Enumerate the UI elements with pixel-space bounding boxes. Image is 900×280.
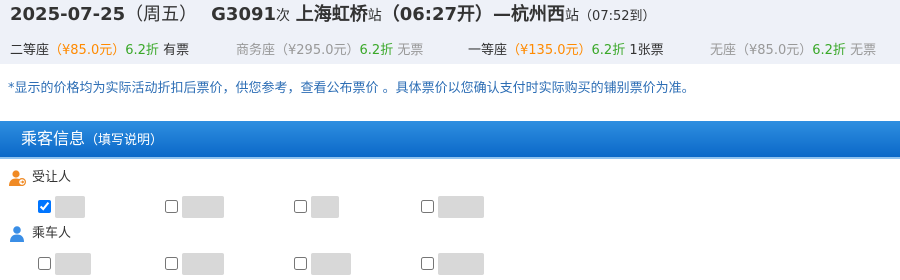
transfer-person-icon (8, 169, 27, 187)
seat-availability: 1张票 (629, 43, 664, 58)
person-icon (8, 225, 26, 243)
depart-time: （06:27开） (381, 4, 494, 25)
travel-weekday: （周五） (125, 4, 198, 25)
redacted-name (438, 196, 484, 218)
seat-availability: 有票 (163, 43, 190, 58)
passenger-checkbox[interactable] (38, 257, 51, 270)
seat-name: 二等座 (10, 43, 50, 58)
redacted-name (55, 196, 85, 218)
seat-discount: 6.2折 (359, 43, 394, 58)
train-info-header: 2025-07-25（周五） G3091次 上海虹桥站（06:27开）—杭州西站（… (0, 0, 900, 34)
fill-instructions-link[interactable]: （填写说明） (85, 133, 163, 148)
from-station: 上海虹桥 (295, 4, 368, 25)
passenger-label: 乘车人 (32, 226, 72, 241)
to-station: 杭州西 (511, 4, 566, 25)
seat-class-first: 一等座（¥135.0元）6.2折 1张票 (468, 43, 664, 59)
view-published-fare-link[interactable]: 查看公布票价 (301, 81, 379, 96)
train-number: G3091 (211, 4, 277, 25)
beneficiary-checkbox[interactable] (421, 200, 434, 213)
arrive-time: （07:52到） (579, 9, 656, 24)
redacted-name (311, 196, 339, 218)
seat-class-no-seat: 无座（¥85.0元）6.2折 无票 (710, 43, 876, 59)
beneficiary-checkbox[interactable] (294, 200, 307, 213)
passenger-group-label: 乘车人 (8, 225, 71, 244)
seat-price: （¥85.0元） (736, 43, 813, 58)
seat-name: 无座 (710, 43, 737, 58)
seat-name: 一等座 (468, 43, 508, 58)
seat-discount: 6.2折 (591, 43, 626, 58)
beneficiary-checkbox[interactable] (38, 200, 51, 213)
train-summary: 2025-07-25（周五） G3091次 上海虹桥站（06:27开）—杭州西站（… (10, 4, 656, 28)
redacted-name (438, 253, 484, 275)
redacted-name (311, 253, 351, 275)
train-number-suffix: 次 (276, 8, 291, 24)
seat-class-list: 二等座（¥85.0元）6.2折 有票 商务座（¥295.0元）6.2折 无票 一… (0, 34, 900, 64)
seat-class-second: 二等座（¥85.0元）6.2折 有票 (10, 43, 189, 59)
seat-class-business: 商务座（¥295.0元）6.2折 无票 (236, 43, 423, 59)
from-station-suffix: 站 (367, 8, 382, 24)
passenger-checkbox[interactable] (421, 257, 434, 270)
redacted-name (182, 253, 224, 275)
seat-availability: 无票 (397, 43, 424, 58)
seat-price: （¥135.0元） (507, 43, 592, 58)
price-notice: *显示的价格均为实际活动折扣后票价，供您参考，查看公布票价 。具体票价以您确认支… (8, 81, 695, 97)
passenger-info-section-header: 乘客信息（填写说明） (0, 121, 900, 157)
redacted-name (182, 196, 224, 218)
notice-text-after: 。具体票价以您确认支付时实际购买的铺别票价为准。 (378, 81, 695, 96)
section-title: 乘客信息（填写说明） (21, 129, 163, 151)
beneficiary-checkbox[interactable] (165, 200, 178, 213)
beneficiary-label: 受让人 (32, 170, 72, 185)
section-divider (0, 157, 900, 159)
redacted-name (55, 253, 91, 275)
seat-price: （¥85.0元） (49, 43, 126, 58)
seat-availability: 无票 (850, 43, 877, 58)
passenger-checkbox[interactable] (294, 257, 307, 270)
travel-date: 2025-07-25 (10, 4, 126, 25)
to-station-suffix: 站 (565, 8, 580, 24)
seat-name: 商务座 (236, 43, 276, 58)
section-title-text: 乘客信息 (21, 129, 86, 148)
seat-price: （¥295.0元） (275, 43, 360, 58)
passenger-checkbox[interactable] (165, 257, 178, 270)
seat-discount: 6.2折 (125, 43, 159, 58)
beneficiary-group-label: 受让人 (8, 169, 71, 188)
notice-text-before: *显示的价格均为实际活动折扣后票价，供您参考， (8, 81, 301, 96)
route-dash: — (493, 4, 512, 25)
seat-discount: 6.2折 (812, 43, 846, 58)
